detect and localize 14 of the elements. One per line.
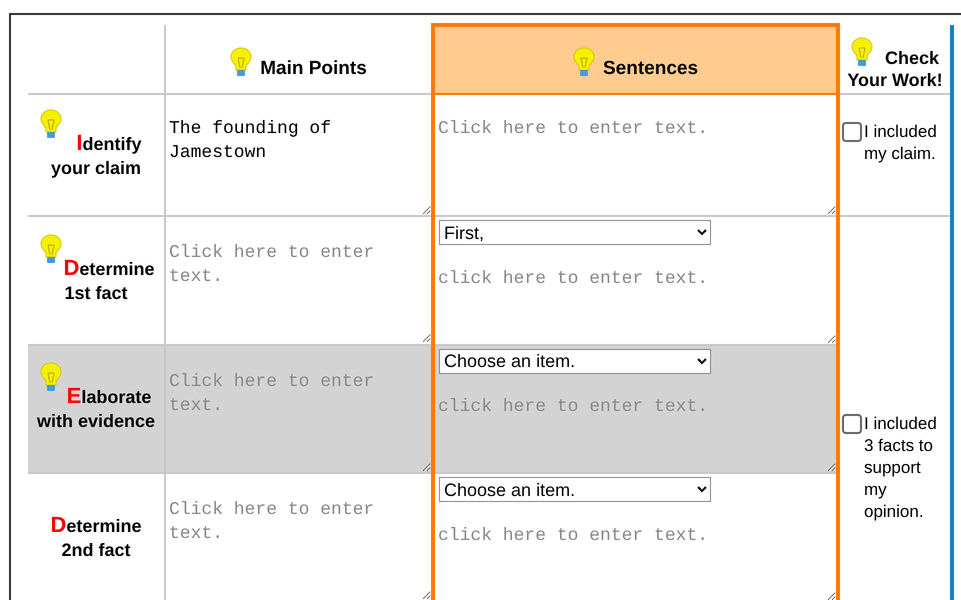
checkbox[interactable] bbox=[842, 414, 862, 434]
row-label: Determine 1st fact bbox=[62, 256, 156, 305]
row-label: Identify your claim bbox=[50, 130, 143, 180]
item-dropdown[interactable]: Choose an item. bbox=[439, 477, 711, 502]
column-header: Sentences bbox=[602, 56, 698, 80]
row-label: Elaborate with evidence bbox=[36, 384, 156, 434]
checkbox[interactable] bbox=[842, 122, 862, 142]
column-header: Main Points bbox=[260, 56, 367, 80]
row-label: Determine 2nd fact bbox=[50, 512, 142, 562]
column-header: Check Your Work! bbox=[846, 47, 944, 91]
check-label: I included my claim. bbox=[864, 121, 938, 165]
check-label: I included 3 facts to support my opinion. bbox=[864, 413, 938, 523]
item-dropdown[interactable]: First, bbox=[439, 220, 711, 245]
item-dropdown[interactable]: Choose an item. bbox=[439, 348, 711, 374]
